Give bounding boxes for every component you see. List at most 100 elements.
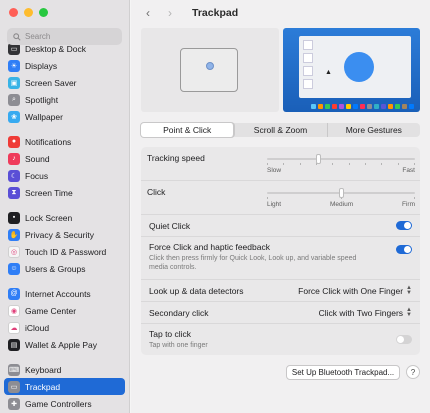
sidebar-item-icloud[interactable]: ☁ iCloud: [4, 319, 125, 336]
sidebar-item-label: Wallet & Apple Pay: [25, 339, 97, 350]
slider-tick: [364, 163, 366, 165]
sidebar-item-trackpad[interactable]: ▭ Trackpad: [4, 378, 125, 395]
sidebar-item-sound[interactable]: ♪ Sound: [4, 150, 125, 167]
quiet-click-row: Quiet Click: [141, 215, 420, 237]
secondary-click-label: Secondary click: [149, 307, 209, 318]
magnifier-icon: ⌕: [8, 93, 20, 106]
wallet-icon: ▤: [8, 338, 20, 351]
quiet-click-toggle[interactable]: [396, 221, 412, 230]
fingerprint-icon: ◎: [8, 245, 20, 258]
sidebar-section-gap: [4, 201, 125, 209]
chevron-right-icon: ›: [168, 6, 172, 20]
lookup-row: Look up & data detectors Force Click wit…: [141, 280, 420, 302]
screensaver-icon: ▣: [8, 76, 20, 89]
sidebar-item-label: Sound: [25, 153, 50, 164]
at-icon: @: [8, 287, 20, 300]
sidebar-item-screen-saver[interactable]: ▣ Screen Saver: [4, 74, 125, 91]
help-button[interactable]: ?: [406, 365, 420, 379]
slider-knob[interactable]: [315, 154, 321, 164]
force-click-toggle[interactable]: [396, 245, 412, 254]
force-click-row: Force Click and haptic feedback Click th…: [141, 237, 420, 280]
sidebar-item-keyboard[interactable]: ⌨ Keyboard: [4, 361, 125, 378]
back-button[interactable]: ‹: [140, 5, 156, 21]
sidebar-item-label: Displays: [25, 60, 58, 71]
search-field[interactable]: [7, 28, 122, 45]
sidebar-item-label: Trackpad: [25, 381, 61, 392]
tap-to-click-description: Tap with one finger: [149, 342, 208, 349]
lookup-label: Look up & data detectors: [149, 285, 244, 296]
gamecenter-icon: ◉: [8, 304, 20, 317]
click-slider[interactable]: [267, 188, 415, 199]
sidebar-item-wallet-apple-pay[interactable]: ▤ Wallet & Apple Pay: [4, 336, 125, 353]
sidebar-item-touch-id-password[interactable]: ◎ Touch ID & Password: [4, 243, 125, 260]
tab-more-gestures[interactable]: More Gestures: [328, 123, 420, 137]
sidebar-item-game-controllers[interactable]: ✚ Game Controllers: [4, 395, 125, 412]
sidebar-list: ▭ Desktop & Dock ☀ Displays ▣ Screen Saver ⌕ Sp…: [4, 40, 125, 412]
sidebar-item-internet-accounts[interactable]: @ Internet Accounts: [4, 285, 125, 302]
secondary-click-select[interactable]: Click with Two Fingers ▲ ▼: [319, 307, 412, 318]
sidebar-item-wallpaper[interactable]: ❀ Wallpaper: [4, 108, 125, 125]
tracking-speed-label: Tracking speed: [147, 153, 205, 163]
minimize-button[interactable]: [24, 8, 33, 17]
wallpaper-icon: ❀: [8, 110, 20, 123]
sidebar-item-users-groups[interactable]: ☺ Users & Groups: [4, 260, 125, 277]
slider-tick: [348, 163, 350, 165]
lookup-select[interactable]: Force Click with One Finger ▲ ▼: [298, 284, 412, 296]
close-button[interactable]: [9, 8, 18, 17]
sidebar-item-label: Internet Accounts: [25, 288, 91, 299]
slider-max-label: Fast: [402, 167, 415, 174]
traffic-lights: [9, 8, 48, 17]
tracking-speed-slider[interactable]: [267, 154, 415, 165]
slider-tick: [414, 197, 415, 199]
sidebar-item-spotlight[interactable]: ⌕ Spotlight: [4, 91, 125, 108]
slider-tick: [267, 163, 268, 165]
sidebar-item-privacy-security[interactable]: ✋ Privacy & Security: [4, 226, 125, 243]
tap-to-click-row: Tap to click Tap with one finger: [141, 324, 420, 355]
page-title: Trackpad: [192, 7, 239, 19]
chevron-updown-icon: ▲ ▼: [406, 284, 412, 296]
sidebar-item-screen-time[interactable]: ⧗ Screen Time: [4, 184, 125, 201]
zoom-button[interactable]: [39, 8, 48, 17]
slider-tick: [283, 163, 285, 165]
search-icon: [13, 32, 21, 41]
chevron-left-icon: ‹: [146, 6, 150, 20]
sidebar-item-label: Screen Saver: [25, 77, 77, 88]
sidebar-item-label: Keyboard: [25, 364, 62, 375]
sidebar-item-label: Desktop & Dock: [25, 43, 86, 54]
tracking-speed-row: Tracking speed Slow Fast: [141, 147, 420, 181]
search-input[interactable]: [25, 32, 115, 41]
secondary-click-row: Secondary click Click with Two Fingers ▲…: [141, 302, 420, 324]
trackpad-icon: ▭: [8, 380, 20, 393]
cloud-icon: ☁: [8, 321, 20, 334]
toolbar: ‹ › Trackpad: [131, 0, 430, 26]
sidebar-item-game-center[interactable]: ◉ Game Center: [4, 302, 125, 319]
forward-button[interactable]: ›: [162, 5, 178, 21]
click-medium-label: Medium: [329, 201, 354, 208]
tab-bar: Point & Click Scroll & Zoom More Gesture…: [141, 123, 420, 137]
setup-bluetooth-trackpad-button[interactable]: Set Up Bluetooth Trackpad...: [286, 365, 400, 380]
preview-sidebar: [303, 40, 313, 96]
click-row: Click Light Medium Firm: [141, 181, 420, 215]
tab-scroll-zoom[interactable]: Scroll & Zoom: [234, 123, 328, 137]
tap-to-click-toggle[interactable]: [396, 335, 412, 344]
users-icon: ☺: [8, 262, 20, 275]
sidebar-section-gap: [4, 277, 125, 285]
sidebar-item-notifications[interactable]: ● Notifications: [4, 133, 125, 150]
sidebar-item-label: Users & Groups: [25, 263, 86, 274]
sidebar-item-focus[interactable]: ☾ Focus: [4, 167, 125, 184]
sidebar-item-lock-screen[interactable]: ▪ Lock Screen: [4, 209, 125, 226]
sidebar-item-label: Touch ID & Password: [25, 246, 107, 257]
sidebar-item-label: Lock Screen: [25, 212, 73, 223]
trackpad-illustration: [180, 48, 238, 92]
gesture-preview: ▲: [283, 28, 420, 112]
slider-knob[interactable]: [338, 188, 344, 198]
slider-tick: [332, 163, 334, 165]
preview-dock: [311, 104, 414, 109]
speaker-icon: ♪: [8, 152, 20, 165]
settings-group-main: Tracking speed Slow Fast Click Light Med…: [141, 147, 420, 355]
sidebar-item-displays[interactable]: ☀ Displays: [4, 57, 125, 74]
slider-tick: [413, 163, 415, 165]
click-label: Click: [147, 187, 166, 197]
tab-point-click[interactable]: Point & Click: [141, 123, 235, 137]
keyboard-icon: ⌨: [8, 363, 20, 376]
